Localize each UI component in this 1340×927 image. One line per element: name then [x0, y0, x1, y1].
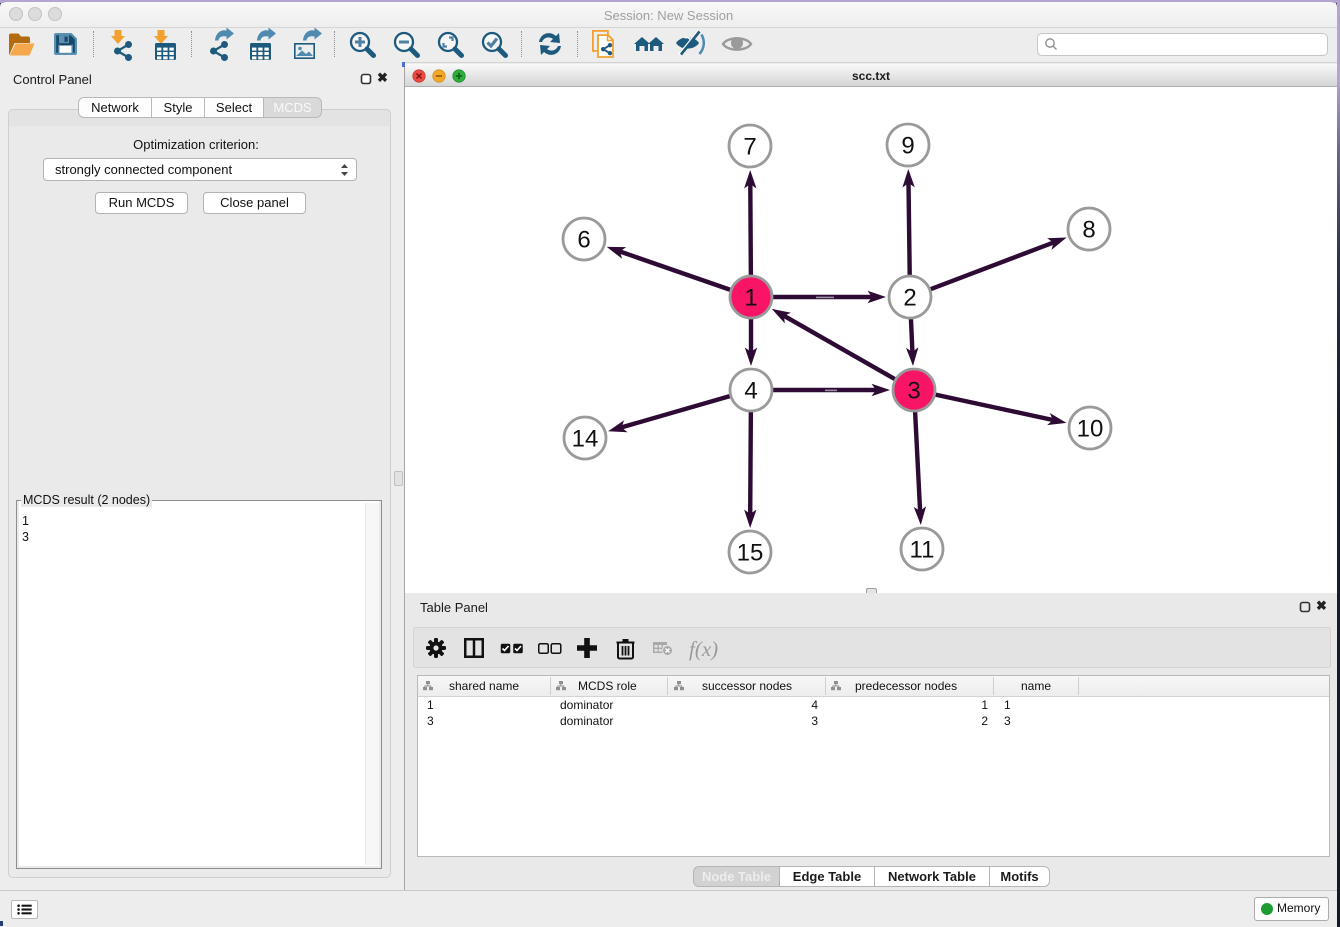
svg-text:7: 7 [743, 134, 756, 161]
svg-text:10: 10 [1077, 416, 1104, 443]
svg-text:1: 1 [744, 285, 757, 312]
svg-text:9: 9 [901, 133, 914, 160]
svg-text:2: 2 [903, 285, 916, 312]
svg-text:15: 15 [737, 540, 764, 567]
svg-text:3: 3 [907, 378, 920, 405]
svg-text:6: 6 [577, 227, 590, 254]
svg-text:f(x): f(x) [689, 637, 718, 661]
svg-text:8: 8 [1082, 217, 1095, 244]
svg-text:11: 11 [910, 537, 935, 564]
svg-text:4: 4 [744, 378, 757, 405]
svg-text:14: 14 [572, 426, 599, 453]
